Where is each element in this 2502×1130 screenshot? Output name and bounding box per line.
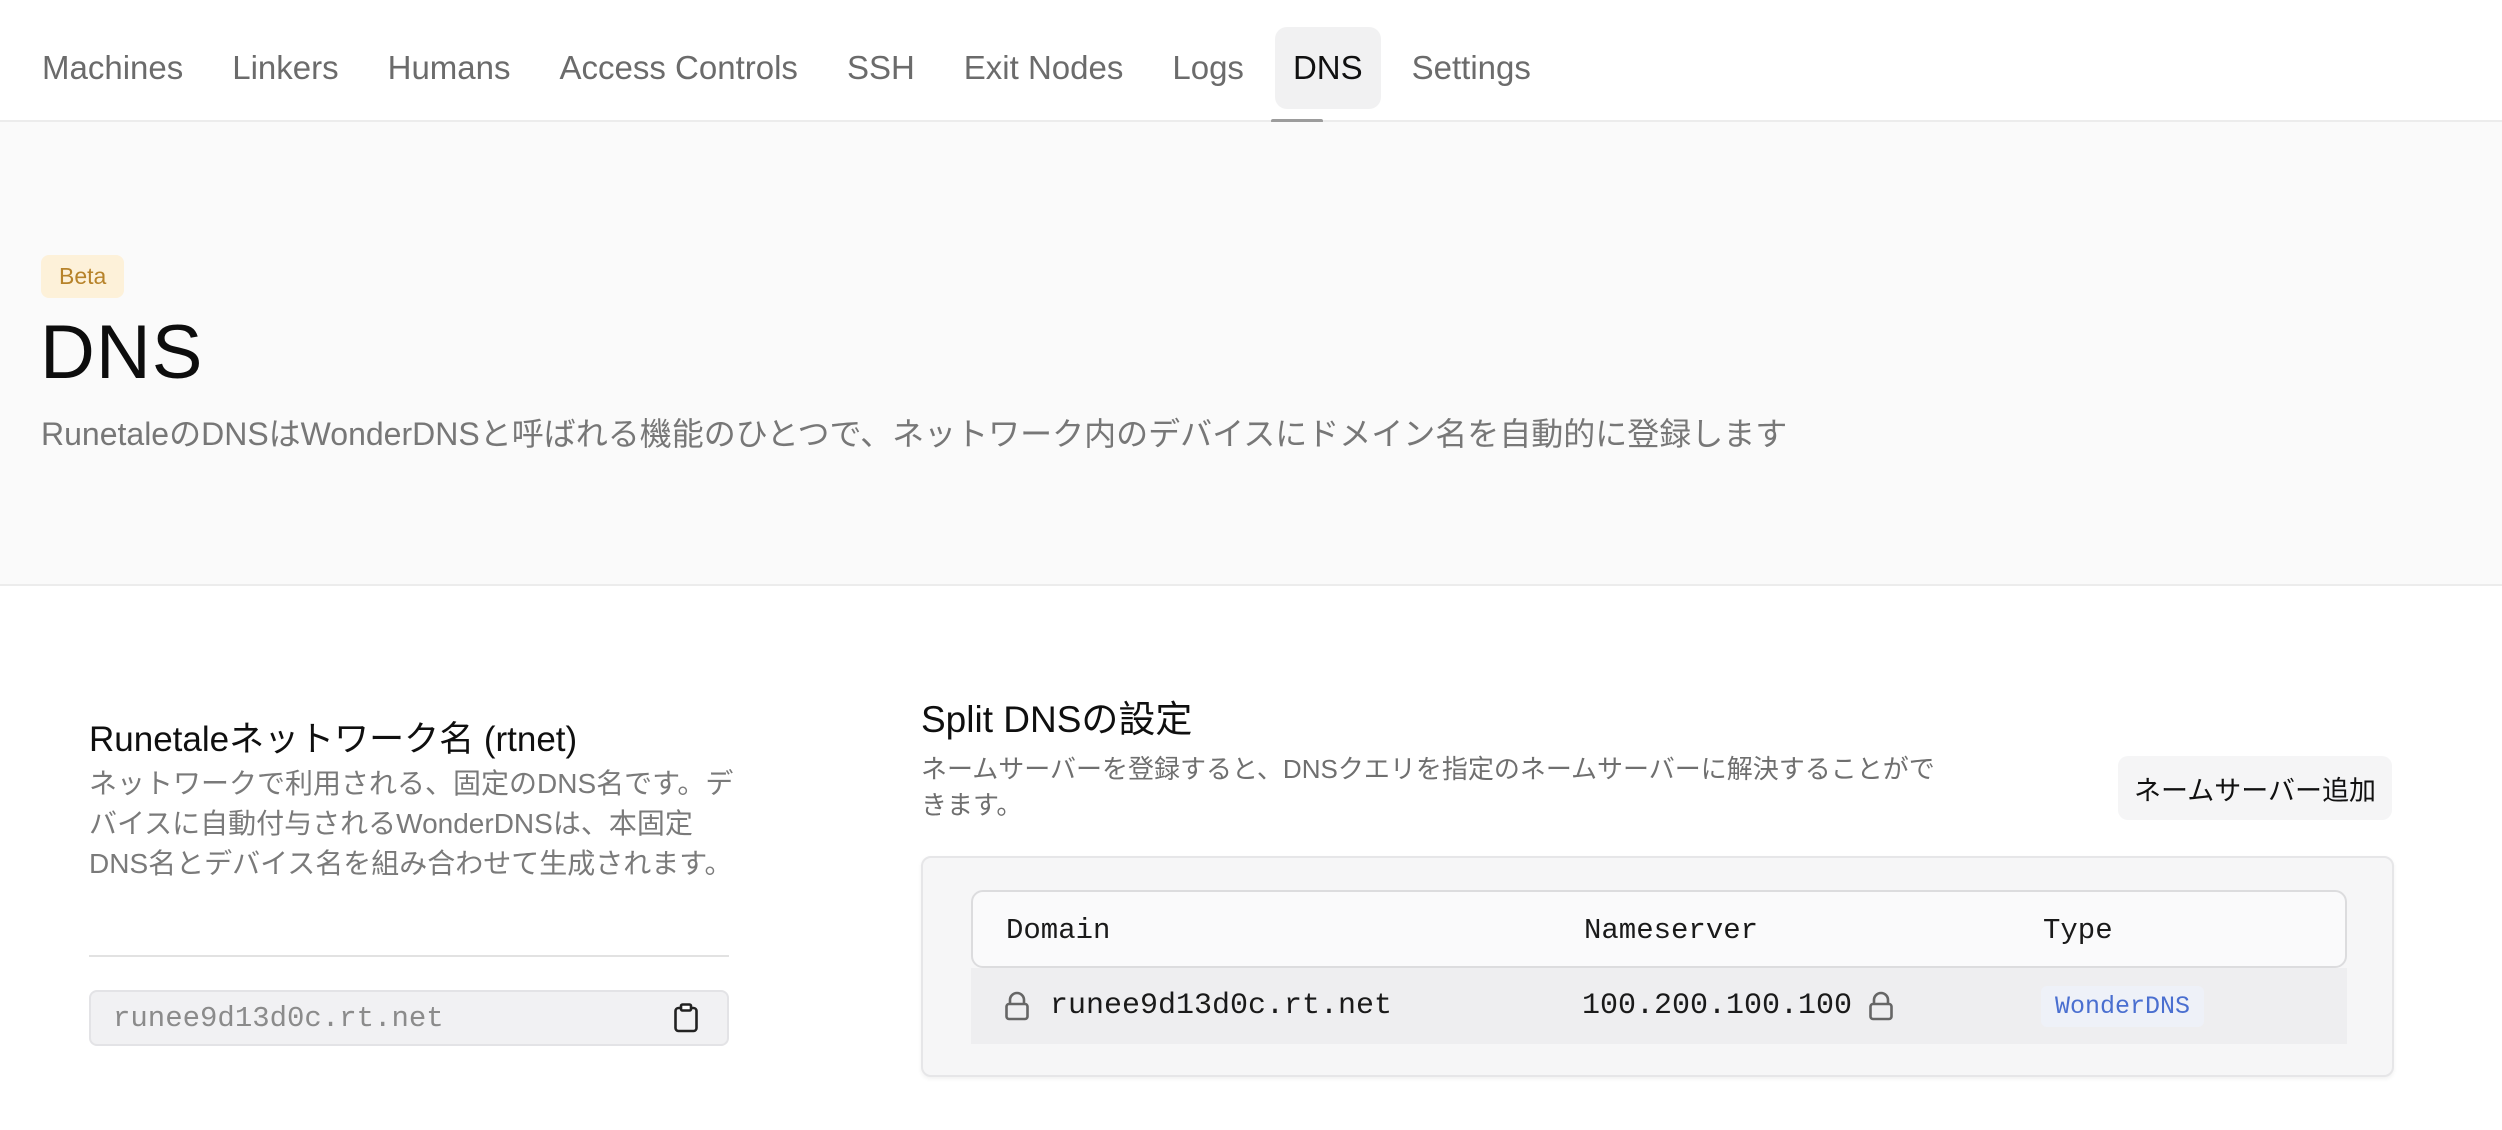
split-dns-description: ネームサーバーを登録すると、DNSクエリを指定のネームサーバーに解決することがで…	[921, 754, 1935, 820]
nav-tabs: Machines Linkers Humans Access Controls …	[24, 27, 1562, 109]
table-header: Domain Nameserver Type	[971, 890, 2347, 968]
add-nameserver-button[interactable]: ネームサーバー追加	[2118, 756, 2392, 820]
nameserver-value: 100.200.100.100	[1582, 989, 1853, 1023]
clipboard-icon[interactable]	[673, 1002, 701, 1034]
page-description: RunetaleのDNSはWonderDNSと呼ばれる機能のひとつで、ネットワー…	[41, 416, 1788, 452]
beta-badge: Beta	[41, 255, 125, 298]
tab-dns[interactable]: DNS	[1274, 27, 1381, 109]
network-name-description: ネットワークで利用される、固定のDNS名です。デバイスに自動付与されるWonde…	[89, 768, 734, 879]
tab-machines[interactable]: Machines	[24, 27, 201, 109]
nameserver-cell: 100.200.100.100	[1582, 968, 1894, 1044]
tab-logs[interactable]: Logs	[1154, 27, 1262, 109]
split-dns-title: Split DNSの設定	[921, 699, 1193, 740]
top-navigation: Machines Linkers Humans Access Controls …	[0, 0, 2502, 123]
page-title: DNS	[40, 310, 204, 395]
tab-exit-nodes[interactable]: Exit Nodes	[946, 27, 1142, 109]
tab-ssh[interactable]: SSH	[829, 27, 933, 109]
tab-access-controls[interactable]: Access Controls	[542, 27, 816, 109]
lock-icon	[1004, 991, 1030, 1021]
network-name-value: runee9d13d0c.rt.net	[113, 1001, 444, 1035]
column-header-type[interactable]: Type	[2043, 914, 2113, 947]
tab-settings[interactable]: Settings	[1394, 27, 1549, 109]
page-header: Beta DNS RunetaleのDNSはWonderDNSと呼ばれる機能のひ…	[0, 122, 2502, 586]
domain-value: runee9d13d0c.rt.net	[1050, 989, 1393, 1023]
type-cell: WonderDNS	[2041, 968, 2205, 1044]
column-header-nameserver[interactable]: Nameserver	[1584, 914, 1758, 947]
network-name-title: Runetaleネットワーク名 (rtnet)	[89, 720, 578, 759]
table-row[interactable]: runee9d13d0c.rt.net 100.200.100.100 Wond…	[971, 968, 2347, 1044]
lock-icon	[1868, 991, 1894, 1021]
nameserver-table: Domain Nameserver Type runee9d13d0c.rt.n…	[921, 856, 2394, 1077]
tab-humans[interactable]: Humans	[370, 27, 529, 109]
column-header-domain[interactable]: Domain	[1006, 914, 1110, 947]
network-name-field: runee9d13d0c.rt.net	[89, 990, 729, 1046]
divider	[89, 955, 729, 957]
tab-linkers[interactable]: Linkers	[214, 27, 356, 109]
domain-cell: runee9d13d0c.rt.net	[1004, 968, 1392, 1044]
type-badge: WonderDNS	[2041, 985, 2205, 1027]
